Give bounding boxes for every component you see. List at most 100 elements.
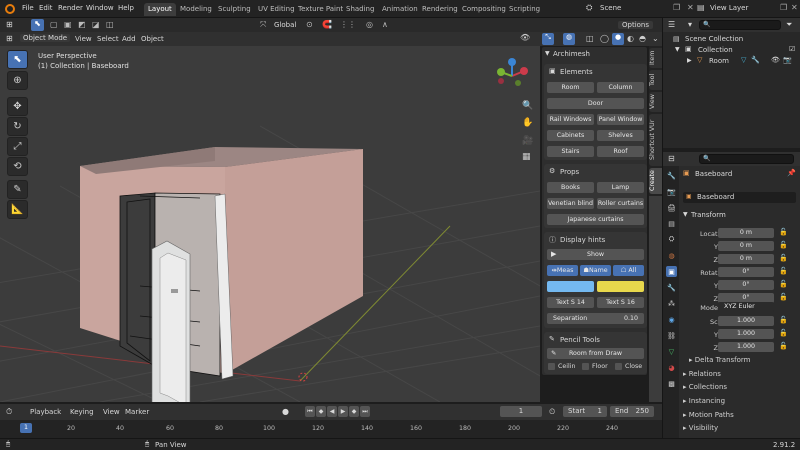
tool-scale-icon[interactable]: ⤢ (7, 137, 28, 156)
lock-icon[interactable]: 🔓 (779, 329, 788, 337)
tool-select-icon[interactable]: ⬉ (7, 50, 28, 69)
floor-checkbox[interactable] (582, 363, 589, 370)
shelves-button[interactable]: Shelves (597, 130, 644, 141)
pan-view-icon[interactable]: ✋ (522, 118, 533, 128)
select-mode-extend-icon[interactable]: ▣ (64, 20, 72, 29)
3d-cursor[interactable] (298, 372, 308, 382)
shading-wireframe-icon[interactable]: ◯ (600, 34, 609, 43)
overlays-toggle-icon[interactable]: ◍ (563, 33, 575, 45)
collection-checkbox-icon[interactable]: ☑ (789, 45, 795, 53)
scene-collection-label[interactable]: Scene Collection (685, 35, 743, 43)
room-from-draw-button[interactable]: ✎ Room from Draw (547, 348, 644, 359)
object-name-field[interactable]: ▣ Baseboard (683, 192, 796, 203)
snap-target-icon[interactable]: ⋮⋮ (340, 20, 356, 29)
lock-icon[interactable]: 🔓 (779, 316, 788, 324)
relations-panel[interactable]: ▸ Relations (683, 370, 721, 378)
end-frame-field[interactable]: End 250 (610, 406, 654, 417)
menu-edit[interactable]: Edit (39, 4, 53, 12)
tab-rendering[interactable]: Rendering (418, 3, 462, 16)
select-mode-invert-icon[interactable]: ◪ (92, 20, 100, 29)
mode-selector[interactable]: Object Mode (20, 34, 71, 42)
lock-icon[interactable]: 🔓 (779, 342, 788, 350)
next-key-icon[interactable]: ◆ (349, 406, 359, 417)
gizmo-toggle-icon[interactable]: ⤡ (542, 33, 554, 45)
menu-render[interactable]: Render (58, 4, 83, 12)
ortho-toggle-icon[interactable]: ▦ (522, 152, 531, 162)
transform-orientation-dropdown[interactable]: Global (274, 21, 296, 29)
tab-item[interactable]: Item (649, 48, 662, 68)
hint-color-1[interactable] (547, 281, 594, 292)
room-expand-icon[interactable]: ▶ (687, 57, 692, 64)
tool-annotate-icon[interactable]: ✎ (7, 180, 28, 199)
render-props-icon[interactable]: 📷 (666, 186, 677, 197)
proportional-edit-icon[interactable]: ◎ (366, 20, 373, 29)
outliner-editor-icon[interactable]: ☰ (668, 20, 675, 29)
menu-help[interactable]: Help (118, 4, 134, 12)
jump-end-icon[interactable]: ⏭ (360, 406, 370, 417)
record-icon[interactable]: ● (282, 407, 289, 416)
tab-shortcut-vur[interactable]: Shortcut VUr (649, 114, 662, 166)
panel-collapse-icon[interactable]: ▼ (545, 50, 550, 57)
tab-texture-paint[interactable]: Texture Paint (294, 3, 347, 16)
tab-uv-editing[interactable]: UV Editing (254, 3, 299, 16)
scene-selector[interactable]: Scene (600, 4, 621, 12)
viewport-editor-icon[interactable]: ⊞ (6, 34, 13, 43)
view-layer-selector[interactable]: View Layer (710, 4, 748, 12)
tool-measure-icon[interactable]: 📐 (7, 200, 28, 219)
xray-toggle-icon[interactable]: ◫ (586, 34, 594, 43)
select-mode-intersect-icon[interactable]: ◫ (106, 20, 114, 29)
tab-compositing[interactable]: Compositing (458, 3, 510, 16)
blender-logo-icon[interactable] (5, 4, 15, 14)
show-hints-button[interactable]: ▶ Show (547, 249, 644, 260)
scene-icon[interactable]: ⛭ (586, 3, 592, 13)
room-render-icon[interactable]: 📷 (783, 56, 792, 64)
snap-icon[interactable]: 🧲 (322, 20, 332, 29)
scene-delete-icon[interactable]: ✕ (687, 3, 694, 12)
lock-icon[interactable]: 🔓 (779, 293, 788, 301)
lamp-button[interactable]: Lamp (597, 182, 644, 193)
outliner-search-input[interactable]: 🔍 (699, 20, 781, 30)
pivot-icon[interactable]: ⊙ (306, 20, 313, 29)
menu-timeline-view[interactable]: View (103, 408, 120, 416)
lock-icon[interactable]: 🔓 (779, 280, 788, 288)
tool-rotate-icon[interactable]: ↻ (7, 117, 28, 136)
cabinets-button[interactable]: Cabinets (547, 130, 594, 141)
select-mode-new-icon[interactable]: ▢ (50, 20, 58, 29)
all-toggle[interactable]: ☖ All (613, 265, 644, 276)
start-frame-field[interactable]: Start 1 (563, 406, 607, 417)
view-layer-icon[interactable]: ▤ (697, 3, 705, 12)
proportional-falloff-icon[interactable]: ∧ (382, 20, 388, 29)
menu-window[interactable]: Window (86, 4, 114, 12)
viewport-menu-view[interactable]: View (75, 35, 92, 43)
3d-viewport[interactable]: User Perspective (1) Collection | Basebo… (0, 46, 540, 402)
door-button[interactable]: Door (547, 98, 644, 109)
shading-material-icon[interactable]: ◐ (627, 34, 634, 43)
rotation-y-field[interactable]: 0° (718, 280, 774, 290)
tool-move-icon[interactable]: ✥ (7, 97, 28, 116)
view-object-types-icon[interactable]: 👁 (520, 33, 530, 42)
room-hide-icon[interactable]: 👁 (771, 56, 780, 64)
transform-orientation-icon[interactable]: ⤧ (260, 20, 266, 30)
tab-animation[interactable]: Animation (378, 3, 422, 16)
properties-search-input[interactable]: 🔍 (699, 154, 794, 164)
panel-window-button[interactable]: Panel Window (597, 114, 644, 125)
delta-transform-panel[interactable]: ▸ Delta Transform (689, 356, 750, 364)
instancing-panel[interactable]: ▸ Instancing (683, 397, 725, 405)
properties-editor-icon[interactable]: ⊟ (668, 154, 675, 163)
select-mode-subtract-icon[interactable]: ◩ (78, 20, 86, 29)
tab-tool[interactable]: Tool (649, 70, 662, 90)
playhead[interactable]: 1 (20, 423, 32, 433)
current-frame-field[interactable]: 1 (500, 406, 542, 417)
menu-file[interactable]: File (22, 4, 34, 12)
tab-scripting[interactable]: Scripting (505, 3, 544, 16)
visibility-panel[interactable]: ▸ Visibility (683, 424, 718, 432)
scale-y-field[interactable]: 1.000 (718, 329, 774, 339)
shading-solid-icon[interactable]: ● (612, 33, 624, 45)
meas-toggle[interactable]: ⇹Meas (547, 265, 578, 276)
collection-expand-icon[interactable]: ▼ (675, 46, 680, 53)
viewport-menu-object[interactable]: Object (141, 35, 164, 43)
scale-x-field[interactable]: 1.000 (718, 316, 774, 326)
view-layer-browse-icon[interactable]: ❐ (780, 3, 787, 12)
tab-modeling[interactable]: Modeling (176, 3, 216, 16)
rotation-x-field[interactable]: 0° (718, 267, 774, 277)
